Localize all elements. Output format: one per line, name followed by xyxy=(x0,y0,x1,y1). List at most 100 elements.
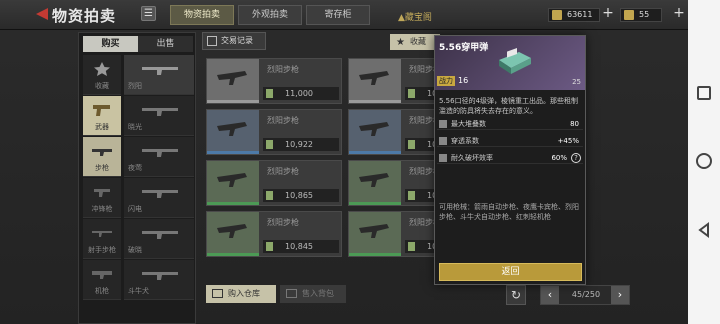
sub-item-4[interactable]: 闪电 xyxy=(124,178,194,218)
item-thumbnail xyxy=(349,161,401,205)
stat-max-stack: 最大堆叠数 80 xyxy=(437,118,583,130)
item-price-value: 11,000 xyxy=(285,89,313,98)
listing-card[interactable]: 烈阳步枪 11,000 xyxy=(206,58,342,104)
currency-gold: 63611 xyxy=(548,8,600,22)
stat-label: 最大堆叠数 xyxy=(451,120,486,128)
trade-history-label: 交易记录 xyxy=(221,36,253,45)
tab-skin-auction[interactable]: 外观拍卖 xyxy=(238,5,302,25)
listing-card[interactable]: 烈阳步枪 10,922 xyxy=(206,109,342,155)
coin-icon xyxy=(266,89,273,98)
back-arrow-icon xyxy=(36,8,48,20)
tab-supply-auction[interactable]: 物资拍卖 xyxy=(170,5,234,25)
sub-item-lieyang[interactable]: 烈阳 xyxy=(124,55,194,95)
stat-value: 60% xyxy=(551,154,567,162)
pistol-icon xyxy=(93,105,110,116)
item-thumbnail xyxy=(207,212,259,256)
refresh-button[interactable]: ↻ xyxy=(506,285,526,305)
rifle-icon xyxy=(217,224,247,238)
help-icon[interactable]: ? xyxy=(571,153,581,163)
sub-item-label: 晓光 xyxy=(128,123,142,131)
sell-to-backpack-button[interactable]: 售入背包 xyxy=(280,285,346,303)
star-icon: ★ xyxy=(396,37,405,48)
item-thumbnail xyxy=(349,212,401,256)
gold-bar-icon xyxy=(552,10,562,20)
rifle-icon xyxy=(359,173,389,187)
return-button[interactable]: 返回 xyxy=(439,263,582,281)
rifle-icon xyxy=(217,173,247,187)
category-smg[interactable]: 冲锋枪 xyxy=(83,178,121,218)
item-thumbnail xyxy=(207,110,259,154)
storage-icon xyxy=(212,289,223,298)
category-favorites[interactable]: 收藏 xyxy=(83,55,121,95)
backpack-icon xyxy=(286,289,297,298)
category-rifle[interactable]: 步枪 xyxy=(83,137,121,177)
category-marksman[interactable]: 射手步枪 xyxy=(83,219,121,259)
listing-card[interactable]: 烈阳步枪 10,865 xyxy=(206,160,342,206)
stat-durability-damage: 耐久破坏效率 60% ? xyxy=(437,152,583,164)
tab-buy[interactable]: 购买 xyxy=(83,36,138,52)
tab-sell[interactable]: 出售 xyxy=(138,36,193,52)
currency-token-value: 55 xyxy=(639,10,650,19)
stat-label: 穿透系数 xyxy=(451,137,479,145)
favorites-label: 收藏 xyxy=(410,37,426,46)
sub-item-label: 斗牛犬 xyxy=(128,287,149,295)
item-thumbnail xyxy=(207,161,259,205)
item-name: 烈阳步枪 xyxy=(267,116,299,125)
next-page-button[interactable]: › xyxy=(611,286,629,304)
system-back-icon[interactable] xyxy=(696,222,712,238)
item-price-value: 10,845 xyxy=(285,242,313,251)
game-screen: 物资拍卖 ☰ 物资拍卖 外观拍卖 寄存柜 ▲藏宝阁 63611 + 55 + 购… xyxy=(0,0,688,324)
recent-apps-icon[interactable] xyxy=(697,86,711,100)
sub-item-label: 闪电 xyxy=(128,205,142,213)
power-tag: 战力 xyxy=(437,76,455,86)
star-icon xyxy=(94,62,110,76)
category-label: 射手步枪 xyxy=(88,246,116,254)
item-header: 5.56穿甲弹 战力 16 25 xyxy=(435,36,585,90)
prev-page-button[interactable]: ‹ xyxy=(541,286,559,304)
coin-icon xyxy=(408,242,415,251)
add-gold-button[interactable]: + xyxy=(601,6,615,21)
sub-item-6[interactable]: 斗牛犬 xyxy=(124,260,194,300)
rifle-icon xyxy=(359,71,389,85)
item-thumbnail xyxy=(349,59,401,103)
tab-locker[interactable]: 寄存柜 xyxy=(306,5,370,25)
coin-icon xyxy=(408,191,415,200)
category-mg[interactable]: 机枪 xyxy=(83,260,121,300)
category-panel: 购买 出售 收藏 武器 步枪 冲锋枪 射手步枪 机枪 烈阳 晓光 夜莺 闪电 破… xyxy=(78,32,196,324)
rifle-icon xyxy=(142,272,178,280)
coin-icon xyxy=(266,140,273,149)
item-count: 25 xyxy=(572,78,581,86)
sub-item-2[interactable]: 晓光 xyxy=(124,96,194,136)
item-price: 10,922 xyxy=(263,138,339,151)
item-thumbnail xyxy=(349,110,401,154)
rifle-icon xyxy=(217,122,247,136)
favorites-button[interactable]: ★ 收藏 xyxy=(390,34,440,50)
sub-item-label: 烈阳 xyxy=(128,82,142,90)
category-label: 机枪 xyxy=(95,287,109,295)
coin-icon xyxy=(408,140,415,149)
trade-history-button[interactable]: 交易记录 xyxy=(202,32,266,50)
buy-into-storage-button[interactable]: 购入仓库 xyxy=(206,285,276,303)
currency-token: 55 xyxy=(620,8,662,22)
add-token-button[interactable]: + xyxy=(672,6,686,21)
stack-icon xyxy=(439,120,447,128)
item-name: 烈阳步枪 xyxy=(267,218,299,227)
sub-item-3[interactable]: 夜莺 xyxy=(124,137,194,177)
item-title: 5.56穿甲弹 xyxy=(439,43,489,53)
menu-icon[interactable]: ☰ xyxy=(141,6,156,21)
item-name: 烈阳步枪 xyxy=(267,167,299,176)
treasure-link[interactable]: ▲藏宝阁 xyxy=(398,10,432,23)
category-weapons[interactable]: 武器 xyxy=(83,96,121,136)
category-label: 武器 xyxy=(95,123,109,131)
buy-into-storage-label: 购入仓库 xyxy=(228,289,260,298)
category-label: 冲锋枪 xyxy=(91,205,113,213)
back-button[interactable] xyxy=(30,4,50,24)
power-value: 16 xyxy=(458,76,469,85)
durability-icon xyxy=(439,154,447,162)
sub-item-5[interactable]: 破晓 xyxy=(124,219,194,259)
top-bar: 物资拍卖 ☰ 物资拍卖 外观拍卖 寄存柜 ▲藏宝阁 63611 + 55 + xyxy=(0,0,688,30)
item-price-value: 10,922 xyxy=(285,140,313,149)
item-price: 10,865 xyxy=(263,189,339,202)
home-icon[interactable] xyxy=(696,153,712,169)
listing-card[interactable]: 烈阳步枪 10,845 xyxy=(206,211,342,257)
